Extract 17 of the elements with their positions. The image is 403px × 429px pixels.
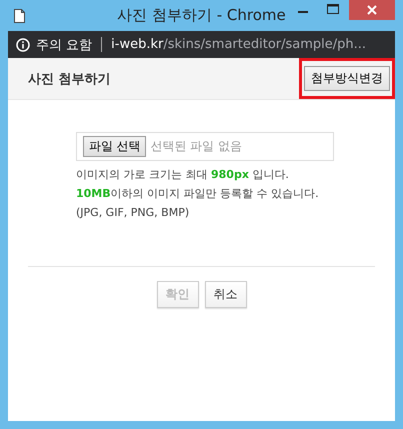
security-warning: 주의 요함 bbox=[36, 36, 92, 54]
window-title: 사진 첨부하기 - Chrome bbox=[117, 6, 286, 25]
note-text: 이미지의 가로 크기는 최대 980px 입니다. bbox=[76, 167, 290, 183]
close-icon bbox=[367, 5, 377, 15]
address-bar[interactable]: 주의 요함 i-web.kr/skins/smarteditor/sample/ph... bbox=[8, 31, 395, 58]
info-icon bbox=[16, 38, 30, 52]
change-method-button[interactable]: 첨부방식변경 bbox=[304, 66, 390, 91]
cancel-button[interactable]: 취소 bbox=[204, 281, 246, 308]
choose-file-button[interactable]: 파일 선택 bbox=[83, 136, 146, 157]
dialog-title: 사진 첨부하기 bbox=[28, 70, 111, 88]
file-status: 선택된 파일 없음 bbox=[150, 138, 242, 155]
url-text: i-web.kr/skins/smarteditor/sample/ph... bbox=[111, 37, 366, 52]
close-button[interactable] bbox=[349, 0, 395, 20]
page-icon bbox=[14, 8, 25, 22]
note-text: 10MB이하의 이미지 파일만 등록할 수 있습니다. bbox=[76, 186, 320, 202]
note-text: (JPG, GIF, PNG, BMP) bbox=[76, 205, 190, 221]
file-input[interactable]: 파일 선택 선택된 파일 없음 bbox=[76, 132, 334, 161]
